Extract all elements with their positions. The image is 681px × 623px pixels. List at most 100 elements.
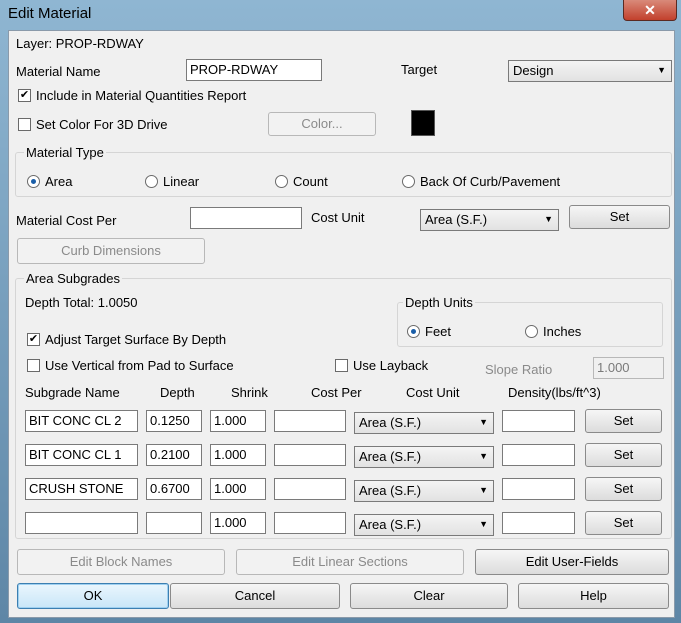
ok-button[interactable]: OK [17,583,169,609]
edit-block-names-button[interactable]: Edit Block Names [17,549,225,575]
use-layback-label: Use Layback [353,358,429,373]
radio-linear[interactable] [145,175,158,188]
subgrade-name-input[interactable]: BIT CONC CL 1 [25,444,138,466]
set-color-checkbox[interactable] [18,118,31,131]
cancel-button[interactable]: Cancel [170,583,340,609]
adjust-target-checkbox[interactable]: ✔ [27,333,40,346]
radio-selected-dot [411,329,416,334]
color-swatch [411,110,435,136]
chevron-down-icon: ▼ [479,519,488,529]
depth-total: Depth Total: 1.0050 [25,295,138,310]
subgrade-density-input[interactable] [502,512,575,534]
target-label: Target [401,62,438,77]
col-cost-unit: Cost Unit [406,385,460,400]
radio-back-of-curb[interactable] [402,175,415,188]
edit-material-window: Edit Material ✕ Layer: PROP-RDWAY Materi… [0,0,681,623]
radio-count-label: Count [293,174,328,189]
include-report-checkbox[interactable]: ✔ [18,89,31,102]
subgrade-unit-value: Area (S.F.) [359,415,422,430]
radio-back-of-curb-label: Back Of Curb/Pavement [420,174,561,189]
radio-feet-label: Feet [425,324,452,339]
layer-label: Layer: PROP-RDWAY [16,36,144,51]
target-select[interactable]: Design ▼ [508,60,672,82]
subgrade-depth-input[interactable]: 0.6700 [146,478,202,500]
material-cost-input[interactable] [190,207,302,229]
subgrade-shrink-input[interactable]: 1.000 [210,444,266,466]
subgrade-unit-value: Area (S.F.) [359,517,422,532]
curb-dimensions-button[interactable]: Curb Dimensions [17,238,205,264]
edit-user-fields-button[interactable]: Edit User-Fields [475,549,669,575]
help-button[interactable]: Help [518,583,669,609]
subgrade-density-input[interactable] [502,444,575,466]
use-vertical-label: Use Vertical from Pad to Surface [45,358,234,373]
radio-feet[interactable] [407,325,420,338]
cost-unit-select[interactable]: Area (S.F.) ▼ [420,209,559,231]
subgrade-unit-select[interactable]: Area (S.F.) ▼ [354,446,494,468]
subgrade-cost-input[interactable] [274,478,346,500]
cost-set-button[interactable]: Set [569,205,670,229]
material-name-input[interactable]: PROP-RDWAY [186,59,322,81]
radio-area[interactable] [27,175,40,188]
slope-ratio-label: Slope Ratio [485,362,553,377]
subgrade-set-button[interactable]: Set [585,409,662,433]
clear-button[interactable]: Clear [350,583,508,609]
radio-inches[interactable] [525,325,538,338]
use-vertical-checkbox[interactable] [27,359,40,372]
col-density: Density(lbs/ft^3) [508,385,601,400]
material-type-title: Material Type [24,145,106,160]
subgrade-cost-input[interactable] [274,410,346,432]
adjust-target-label: Adjust Target Surface By Depth [45,332,227,347]
depth-units-title: Depth Units [403,295,475,310]
chevron-down-icon: ▼ [479,417,488,427]
subgrade-density-input[interactable] [502,410,575,432]
target-select-value: Design [513,63,554,78]
chevron-down-icon: ▼ [479,485,488,495]
subgrade-depth-input[interactable]: 0.1250 [146,410,202,432]
subgrade-shrink-input[interactable]: 1.000 [210,478,266,500]
radio-linear-label: Linear [163,174,200,189]
subgrade-name-input[interactable]: CRUSH STONE [25,478,138,500]
cost-unit-label: Cost Unit [311,210,365,225]
subgrade-unit-select[interactable]: Area (S.F.) ▼ [354,480,494,502]
title-bar: Edit Material ✕ [0,0,681,30]
subgrade-depth-input[interactable] [146,512,202,534]
use-layback-checkbox[interactable] [335,359,348,372]
subgrade-unit-select[interactable]: Area (S.F.) ▼ [354,412,494,434]
dialog-client-area: Layer: PROP-RDWAY Material Name PROP-RDW… [8,30,675,618]
subgrade-depth-input[interactable]: 0.2100 [146,444,202,466]
area-subgrades-title: Area Subgrades [24,271,122,286]
close-button[interactable]: ✕ [623,0,677,21]
subgrade-shrink-input[interactable]: 1.000 [210,512,266,534]
chevron-down-icon: ▼ [544,214,553,224]
subgrade-unit-value: Area (S.F.) [359,483,422,498]
subgrade-name-input[interactable] [25,512,138,534]
edit-linear-sections-button[interactable]: Edit Linear Sections [236,549,464,575]
close-icon: ✕ [644,2,656,18]
include-report-label: Include in Material Quantities Report [36,88,247,103]
subgrade-cost-input[interactable] [274,512,346,534]
subgrade-set-button[interactable]: Set [585,511,662,535]
subgrade-cost-input[interactable] [274,444,346,466]
set-color-label: Set Color For 3D Drive [36,117,168,132]
col-shrink: Shrink [231,385,268,400]
radio-inches-label: Inches [543,324,582,339]
col-subgrade-name: Subgrade Name [25,385,120,400]
slope-ratio-input[interactable]: 1.000 [593,357,664,379]
subgrade-set-button[interactable]: Set [585,477,662,501]
subgrade-name-input[interactable]: BIT CONC CL 2 [25,410,138,432]
material-cost-label: Material Cost Per [16,213,117,228]
chevron-down-icon: ▼ [657,65,666,75]
window-title: Edit Material [8,5,92,22]
radio-count[interactable] [275,175,288,188]
radio-selected-dot [31,179,36,184]
radio-area-label: Area [45,174,73,189]
subgrade-unit-value: Area (S.F.) [359,449,422,464]
subgrade-density-input[interactable] [502,478,575,500]
chevron-down-icon: ▼ [479,451,488,461]
col-cost-per: Cost Per [311,385,362,400]
subgrade-unit-select[interactable]: Area (S.F.) ▼ [354,514,494,536]
subgrade-set-button[interactable]: Set [585,443,662,467]
col-depth: Depth [160,385,195,400]
color-button[interactable]: Color... [268,112,376,136]
subgrade-shrink-input[interactable]: 1.000 [210,410,266,432]
